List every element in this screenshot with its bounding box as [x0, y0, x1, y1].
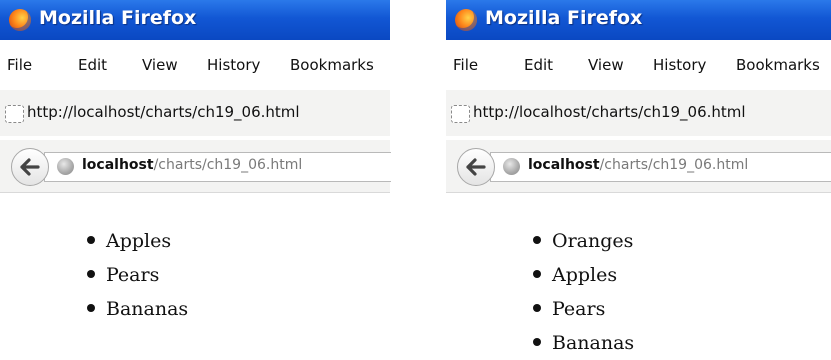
address-path: /charts/ch19_06.html	[599, 157, 749, 173]
menu-bookmarks[interactable]: Bookmarks	[290, 56, 374, 74]
page-content: Oranges Apples Pears Bananas	[446, 224, 831, 360]
menu-file[interactable]: File	[453, 56, 478, 74]
tab-url-row: http://localhost/charts/ch19_06.html	[446, 90, 831, 136]
address-text[interactable]: localhost/charts/ch19_06.html	[528, 157, 748, 173]
bullet-icon	[533, 338, 541, 346]
back-arrow-icon	[20, 158, 40, 176]
list-item-text: Apples	[552, 264, 618, 286]
address-host: localhost	[82, 157, 154, 173]
list-item-text: Bananas	[552, 332, 635, 354]
bullet-icon	[87, 236, 95, 244]
back-arrow-icon	[466, 158, 486, 176]
list-item: Pears	[87, 258, 390, 292]
menu-history[interactable]: History	[207, 56, 260, 74]
address-text[interactable]: localhost/charts/ch19_06.html	[82, 157, 302, 173]
list-item: Bananas	[87, 292, 390, 326]
list-item-text: Apples	[106, 230, 172, 252]
page-icon	[451, 105, 470, 123]
firefox-logo-icon	[455, 9, 477, 31]
back-button[interactable]	[11, 148, 49, 186]
fruit-list: Oranges Apples Pears Bananas	[446, 224, 831, 360]
list-item: Oranges	[533, 224, 831, 258]
bullet-icon	[533, 270, 541, 278]
menu-bar: File Edit View History Bookmarks	[446, 52, 831, 80]
list-item: Pears	[533, 292, 831, 326]
list-item-text: Pears	[552, 298, 606, 320]
list-item: Apples	[87, 224, 390, 258]
tab-url-text[interactable]: http://localhost/charts/ch19_06.html	[473, 103, 746, 121]
navigation-bar: localhost/charts/ch19_06.html	[0, 140, 391, 193]
window-title: Mozilla Firefox	[485, 7, 643, 29]
bullet-icon	[533, 236, 541, 244]
menu-edit[interactable]: Edit	[78, 56, 107, 74]
address-path: /charts/ch19_06.html	[153, 157, 303, 173]
menu-bar: File Edit View History Bookmarks	[0, 52, 390, 80]
list-item-text: Bananas	[106, 298, 189, 320]
back-button[interactable]	[457, 148, 495, 186]
globe-icon	[57, 158, 74, 175]
list-item: Bananas	[533, 326, 831, 360]
title-bar: Mozilla Firefox	[446, 0, 831, 40]
bullet-icon	[87, 304, 95, 312]
page-content: Apples Pears Bananas	[0, 224, 390, 326]
navigation-bar: localhost/charts/ch19_06.html	[446, 140, 831, 193]
menu-view[interactable]: View	[588, 56, 624, 74]
list-item: Apples	[533, 258, 831, 292]
bullet-icon	[87, 270, 95, 278]
menu-bookmarks[interactable]: Bookmarks	[736, 56, 820, 74]
address-bar[interactable]: localhost/charts/ch19_06.html	[44, 152, 391, 182]
list-item-text: Oranges	[552, 230, 634, 252]
menu-file[interactable]: File	[7, 56, 32, 74]
list-item-text: Pears	[106, 264, 160, 286]
fruit-list: Apples Pears Bananas	[0, 224, 390, 326]
tab-url-text[interactable]: http://localhost/charts/ch19_06.html	[27, 103, 300, 121]
window-title: Mozilla Firefox	[39, 7, 197, 29]
browser-window-left: Mozilla Firefox File Edit View History B…	[0, 0, 391, 360]
globe-icon	[503, 158, 520, 175]
page-icon	[5, 105, 24, 123]
menu-history[interactable]: History	[653, 56, 706, 74]
bullet-icon	[533, 304, 541, 312]
browser-window-right: Mozilla Firefox File Edit View History B…	[446, 0, 831, 360]
address-bar[interactable]: localhost/charts/ch19_06.html	[490, 152, 831, 182]
menu-edit[interactable]: Edit	[524, 56, 553, 74]
address-host: localhost	[528, 157, 600, 173]
menu-view[interactable]: View	[142, 56, 178, 74]
firefox-logo-icon	[9, 9, 31, 31]
title-bar: Mozilla Firefox	[0, 0, 390, 40]
tab-url-row: http://localhost/charts/ch19_06.html	[0, 90, 390, 136]
